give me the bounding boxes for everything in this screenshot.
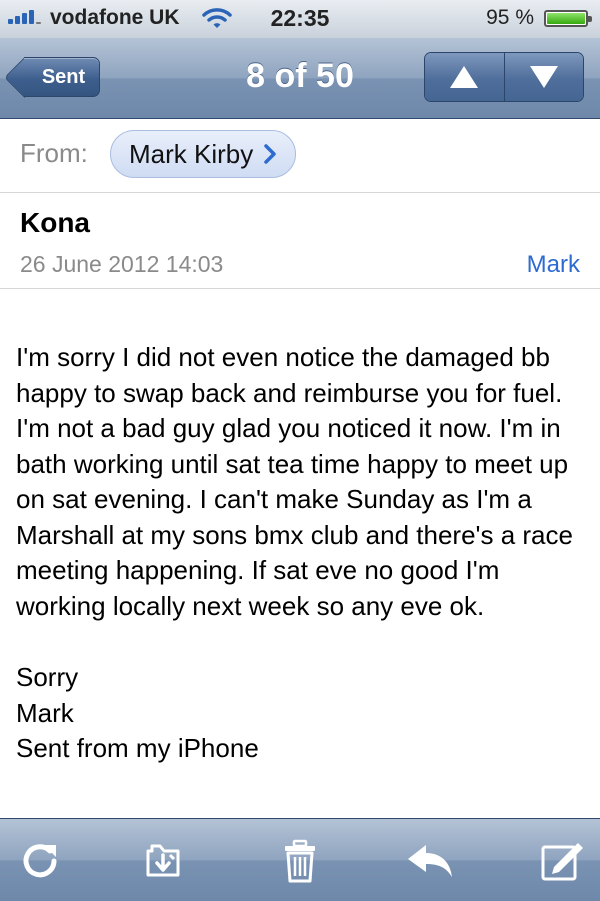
message-body: I'm sorry I did not even notice the dama… xyxy=(16,340,588,767)
from-label: From: xyxy=(20,138,88,168)
move-folder-icon[interactable] xyxy=(140,839,188,883)
nav-bar: Sent 8 of 50 xyxy=(0,38,600,119)
battery-icon xyxy=(544,10,592,27)
mark-unread-link[interactable]: Mark xyxy=(527,251,580,279)
signoff-line: Mark xyxy=(16,697,74,728)
signoff-line: Sorry xyxy=(16,662,79,692)
battery-percent: 95 % xyxy=(486,6,534,29)
previous-message-button[interactable] xyxy=(425,53,504,101)
message-text: I'm sorry I did not even notice the dama… xyxy=(16,342,573,621)
up-arrow-icon xyxy=(450,66,479,88)
message-header: Kona 26 June 2012 14:03 Mark xyxy=(0,193,600,289)
message-subject: Kona xyxy=(20,207,90,238)
message-date: 26 June 2012 14:03 xyxy=(20,251,224,277)
bottom-toolbar xyxy=(0,818,600,901)
message-navigation-control xyxy=(424,52,584,102)
reply-icon[interactable] xyxy=(404,839,456,883)
refresh-icon[interactable] xyxy=(16,839,64,883)
back-to-sent-button[interactable]: Sent xyxy=(24,57,100,97)
status-bar: vodafone UK 22:35 95 % xyxy=(0,0,600,39)
message-signoff: Sorry Mark Sent from my iPhone xyxy=(16,660,588,767)
sender-chip[interactable]: Mark Kirby xyxy=(110,130,297,178)
sender-name: Mark Kirby xyxy=(129,139,254,169)
chevron-right-icon xyxy=(264,144,276,164)
compose-icon[interactable] xyxy=(538,839,586,883)
signoff-line: Sent from my iPhone xyxy=(16,733,259,763)
trash-icon[interactable] xyxy=(276,839,324,883)
from-row: From: Mark Kirby xyxy=(0,118,600,193)
next-message-button[interactable] xyxy=(503,53,583,101)
down-arrow-icon xyxy=(529,66,558,88)
